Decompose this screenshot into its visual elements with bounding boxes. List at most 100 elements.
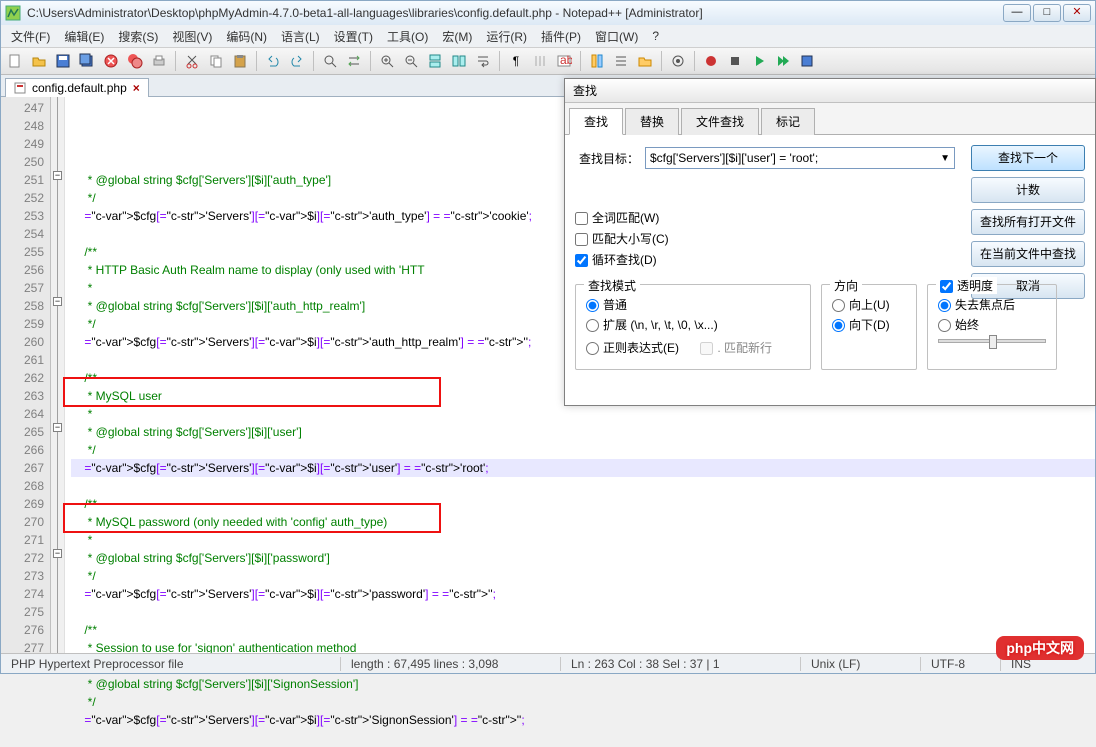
menu-settings[interactable]: 设置(T) bbox=[328, 26, 379, 47]
transparency-slider[interactable] bbox=[938, 339, 1046, 343]
dir-down-radio[interactable]: 向下(D) bbox=[832, 316, 906, 333]
menu-file[interactable]: 文件(F) bbox=[5, 26, 56, 47]
toolbar: ¶ ab bbox=[1, 47, 1095, 75]
statusbar: PHP Hypertext Preprocessor file length :… bbox=[1, 653, 1095, 673]
dot-newline-checkbox[interactable]: . 匹配新行 bbox=[700, 339, 772, 356]
menu-edit[interactable]: 编辑(E) bbox=[58, 26, 110, 47]
dropdown-arrow-icon[interactable]: ▼ bbox=[940, 153, 950, 164]
close-file-icon[interactable] bbox=[101, 51, 121, 71]
tab-find[interactable]: 查找 bbox=[569, 108, 623, 135]
replace-icon[interactable] bbox=[344, 51, 364, 71]
undo-icon[interactable] bbox=[263, 51, 283, 71]
direction-legend: 方向 bbox=[830, 277, 862, 294]
fold-marker[interactable]: − bbox=[53, 549, 62, 558]
show-chars-icon[interactable]: ¶ bbox=[506, 51, 526, 71]
stop-icon[interactable] bbox=[725, 51, 745, 71]
mode-normal-radio[interactable]: 普通 bbox=[586, 296, 800, 313]
close-button[interactable]: ✕ bbox=[1063, 4, 1091, 22]
monitor-icon[interactable] bbox=[668, 51, 688, 71]
zoom-in-icon[interactable] bbox=[377, 51, 397, 71]
fold-marker[interactable]: − bbox=[53, 297, 62, 306]
tab-findfiles[interactable]: 文件查找 bbox=[681, 108, 759, 135]
new-file-icon[interactable] bbox=[5, 51, 25, 71]
menu-tools[interactable]: 工具(O) bbox=[381, 26, 434, 47]
menu-encoding[interactable]: 编码(N) bbox=[220, 26, 273, 47]
trans-lose-focus-radio[interactable]: 失去焦点后 bbox=[938, 296, 1046, 313]
file-tab-label: config.default.php bbox=[32, 81, 127, 95]
find-dialog[interactable]: 查找 查找 替换 文件查找 标记 查找目标： $cfg['Servers'][$… bbox=[564, 78, 1096, 406]
find-icon[interactable] bbox=[320, 51, 340, 71]
window-title: C:\Users\Administrator\Desktop\phpMyAdmi… bbox=[27, 6, 1003, 20]
tab-replace[interactable]: 替换 bbox=[625, 108, 679, 135]
menu-run[interactable]: 运行(R) bbox=[480, 26, 533, 47]
wrap-icon[interactable] bbox=[473, 51, 493, 71]
copy-icon[interactable] bbox=[206, 51, 226, 71]
status-eol: Unix (LF) bbox=[801, 657, 921, 671]
find-target-value: $cfg['Servers'][$i]['user'] = 'root'; bbox=[650, 151, 818, 165]
status-language: PHP Hypertext Preprocessor file bbox=[1, 657, 341, 671]
tab-close-icon[interactable]: × bbox=[133, 81, 140, 95]
find-dialog-title: 查找 bbox=[565, 79, 1095, 103]
open-file-icon[interactable] bbox=[29, 51, 49, 71]
transparency-group: 透明度 失去焦点后 始终 bbox=[927, 284, 1057, 370]
doc-map-icon[interactable] bbox=[587, 51, 607, 71]
find-target-input[interactable]: $cfg['Servers'][$i]['user'] = 'root'; ▼ bbox=[645, 147, 955, 169]
play-multi-icon[interactable] bbox=[773, 51, 793, 71]
folder-view-icon[interactable] bbox=[635, 51, 655, 71]
file-tab-icon bbox=[14, 82, 26, 94]
close-all-icon[interactable] bbox=[125, 51, 145, 71]
search-mode-group: 查找模式 普通 扩展 (\n, \r, \t, \0, \x...) 正则表达式… bbox=[575, 284, 811, 370]
status-encoding: UTF-8 bbox=[921, 657, 1001, 671]
lang-icon[interactable]: ab bbox=[554, 51, 574, 71]
watermark: php中文网 bbox=[996, 636, 1084, 660]
find-next-button[interactable]: 查找下一个 bbox=[971, 145, 1085, 171]
indent-guide-icon[interactable] bbox=[530, 51, 550, 71]
minimize-button[interactable]: — bbox=[1003, 4, 1031, 22]
menu-window[interactable]: 窗口(W) bbox=[589, 26, 644, 47]
save-icon[interactable] bbox=[53, 51, 73, 71]
find-current-button[interactable]: 在当前文件中查找 bbox=[971, 241, 1085, 267]
func-list-icon[interactable] bbox=[611, 51, 631, 71]
record-icon[interactable] bbox=[701, 51, 721, 71]
menu-language[interactable]: 语言(L) bbox=[275, 26, 326, 47]
menu-search[interactable]: 搜索(S) bbox=[112, 26, 164, 47]
redo-icon[interactable] bbox=[287, 51, 307, 71]
titlebar: C:\Users\Administrator\Desktop\phpMyAdmi… bbox=[1, 1, 1095, 25]
transparency-checkbox[interactable]: 透明度 bbox=[936, 277, 997, 294]
sync-h-icon[interactable] bbox=[449, 51, 469, 71]
status-length: length : 67,495 lines : 3,098 bbox=[341, 657, 561, 671]
fold-column[interactable]: − − − − bbox=[51, 97, 65, 667]
dir-up-radio[interactable]: 向上(U) bbox=[832, 296, 906, 313]
save-macro-icon[interactable] bbox=[797, 51, 817, 71]
save-all-icon[interactable] bbox=[77, 51, 97, 71]
print-icon[interactable] bbox=[149, 51, 169, 71]
menu-macro[interactable]: 宏(M) bbox=[436, 26, 478, 47]
trans-always-radio[interactable]: 始终 bbox=[938, 316, 1046, 333]
paste-icon[interactable] bbox=[230, 51, 250, 71]
menu-help[interactable]: ? bbox=[646, 27, 665, 45]
find-tabs: 查找 替换 文件查找 标记 bbox=[565, 103, 1095, 135]
mode-extended-radio[interactable]: 扩展 (\n, \r, \t, \0, \x...) bbox=[586, 316, 800, 333]
status-position: Ln : 263 Col : 38 Sel : 37 | 1 bbox=[561, 657, 801, 671]
menu-plugins[interactable]: 插件(P) bbox=[535, 26, 587, 47]
line-number-gutter: 2472482492502512522532542552562572582592… bbox=[1, 97, 51, 667]
find-target-label: 查找目标： bbox=[575, 150, 639, 167]
app-icon bbox=[5, 5, 21, 21]
search-mode-legend: 查找模式 bbox=[584, 277, 640, 294]
play-icon[interactable] bbox=[749, 51, 769, 71]
menubar: 文件(F) 编辑(E) 搜索(S) 视图(V) 编码(N) 语言(L) 设置(T… bbox=[1, 25, 1095, 47]
count-button[interactable]: 计数 bbox=[971, 177, 1085, 203]
direction-group: 方向 向上(U) 向下(D) bbox=[821, 284, 917, 370]
zoom-out-icon[interactable] bbox=[401, 51, 421, 71]
menu-view[interactable]: 视图(V) bbox=[166, 26, 218, 47]
fold-marker[interactable]: − bbox=[53, 423, 62, 432]
fold-marker[interactable]: − bbox=[53, 171, 62, 180]
maximize-button[interactable]: □ bbox=[1033, 4, 1061, 22]
find-all-open-button[interactable]: 查找所有打开文件 bbox=[971, 209, 1085, 235]
svg-text:ab: ab bbox=[560, 53, 572, 67]
mode-regex-radio[interactable]: 正则表达式(E) bbox=[586, 339, 679, 356]
tab-mark[interactable]: 标记 bbox=[761, 108, 815, 135]
sync-v-icon[interactable] bbox=[425, 51, 445, 71]
cut-icon[interactable] bbox=[182, 51, 202, 71]
file-tab[interactable]: config.default.php × bbox=[5, 78, 149, 97]
